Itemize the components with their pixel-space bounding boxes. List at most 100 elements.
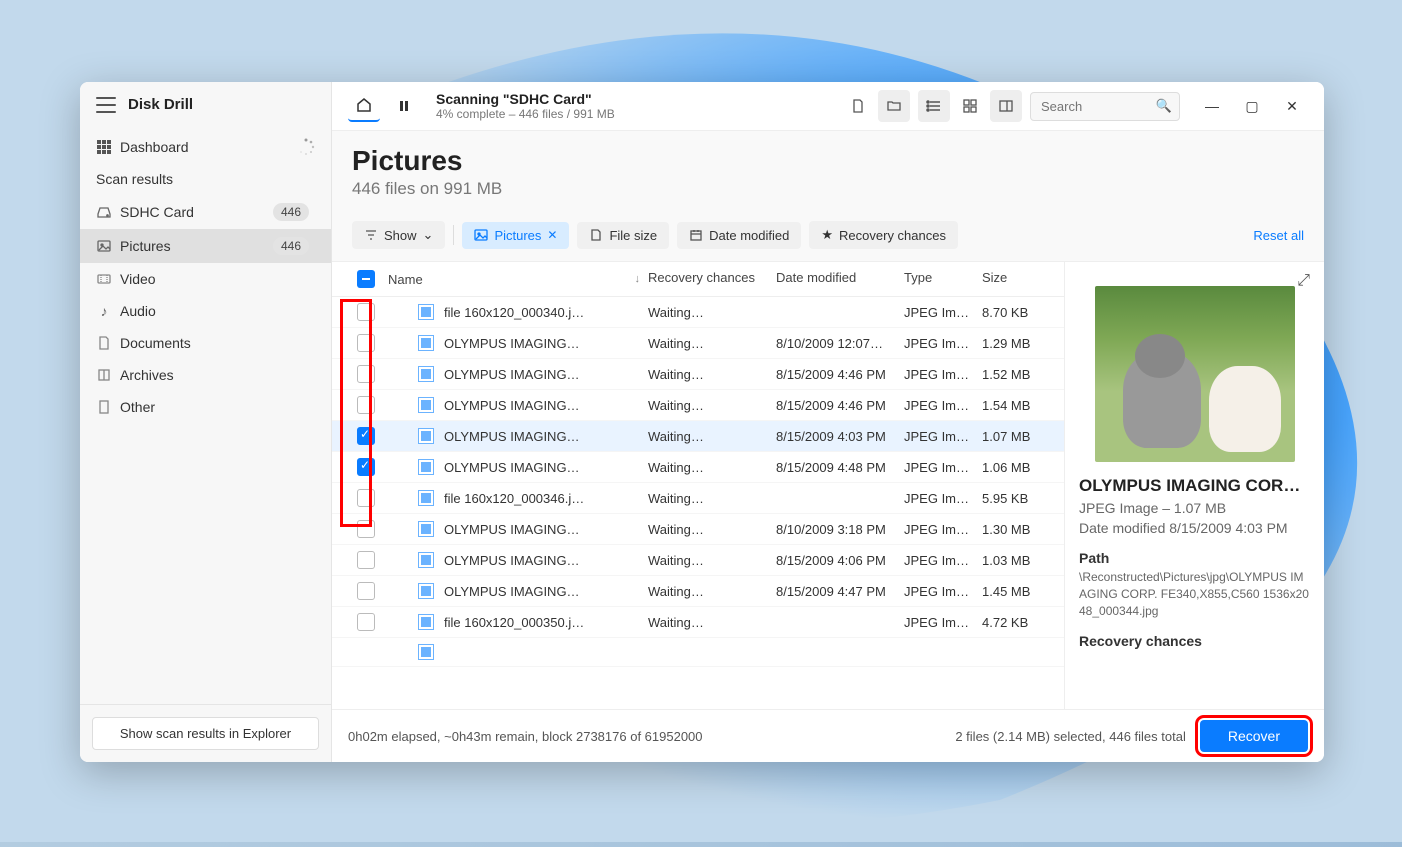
- count-badge: 446: [273, 237, 309, 255]
- cell-date: 8/10/2009 3:18 PM: [776, 522, 904, 537]
- nav-dashboard[interactable]: Dashboard: [80, 131, 331, 163]
- scan-status-title: Scanning "SDHC Card": [436, 91, 834, 107]
- sidebar-item-sdhc[interactable]: SDHC Card 446: [80, 195, 331, 229]
- drive-icon: [96, 204, 112, 220]
- filter-recovery[interactable]: ★ Recovery chances: [809, 221, 958, 249]
- cell-size: 1.03 MB: [982, 553, 1052, 568]
- page-title: Pictures: [352, 145, 1304, 177]
- cell-recovery: Waiting…: [648, 367, 776, 382]
- file-name: OLYMPUS IMAGING…: [444, 584, 580, 599]
- cell-date: 8/15/2009 4:47 PM: [776, 584, 904, 599]
- cell-recovery: Waiting…: [648, 429, 776, 444]
- filter-date[interactable]: Date modified: [677, 222, 801, 249]
- sidebar-item-pictures[interactable]: Pictures 446: [80, 229, 331, 263]
- cell-size: 1.07 MB: [982, 429, 1052, 444]
- table-row[interactable]: OLYMPUS IMAGING… Waiting… 8/15/2009 4:46…: [332, 359, 1064, 390]
- sidebar-item-other[interactable]: Other: [80, 391, 331, 423]
- row-checkbox[interactable]: [357, 303, 375, 321]
- column-date[interactable]: Date modified: [776, 270, 904, 288]
- row-checkbox[interactable]: [357, 582, 375, 600]
- sidebar-item-video[interactable]: Video: [80, 263, 331, 295]
- table-row[interactable]: file 160x120_000350.j… Waiting… JPEG Im……: [332, 607, 1064, 638]
- other-icon: [96, 399, 112, 415]
- filter-pictures[interactable]: Pictures ✕: [462, 222, 569, 249]
- row-checkbox[interactable]: [357, 458, 375, 476]
- cell-size: 1.45 MB: [982, 584, 1052, 599]
- table-row[interactable]: OLYMPUS IMAGING… Waiting… 8/15/2009 4:03…: [332, 421, 1064, 452]
- cell-size: 1.52 MB: [982, 367, 1052, 382]
- select-all-checkbox[interactable]: [357, 270, 375, 288]
- open-external-icon[interactable]: ⤢: [1297, 272, 1310, 290]
- folder-view-button[interactable]: [878, 90, 910, 122]
- cell-date: 8/15/2009 4:46 PM: [776, 398, 904, 413]
- remove-filter-icon[interactable]: ✕: [547, 228, 557, 242]
- sidebar-item-archives[interactable]: Archives: [80, 359, 331, 391]
- star-icon: ★: [821, 227, 833, 243]
- grid-view-button[interactable]: [954, 90, 986, 122]
- file-icon: [418, 459, 434, 475]
- show-in-explorer-button[interactable]: Show scan results in Explorer: [92, 717, 319, 750]
- row-checkbox[interactable]: [357, 365, 375, 383]
- minimize-button[interactable]: —: [1196, 92, 1228, 120]
- row-checkbox[interactable]: [357, 520, 375, 538]
- preview-image: [1095, 286, 1295, 462]
- row-checkbox[interactable]: [357, 334, 375, 352]
- reset-all-link[interactable]: Reset all: [1253, 228, 1304, 243]
- cell-date: 8/15/2009 4:48 PM: [776, 460, 904, 475]
- file-view-button[interactable]: [842, 90, 874, 122]
- table-row[interactable]: file 160x120_000340.j… Waiting… JPEG Im……: [332, 297, 1064, 328]
- table-row[interactable]: OLYMPUS IMAGING… Waiting… 8/15/2009 4:47…: [332, 576, 1064, 607]
- file-name: OLYMPUS IMAGING…: [444, 429, 580, 444]
- file-icon: [418, 335, 434, 351]
- column-recovery[interactable]: Recovery chances: [648, 270, 776, 288]
- row-checkbox[interactable]: [357, 489, 375, 507]
- panel-view-button[interactable]: [990, 90, 1022, 122]
- preview-chances-label: Recovery chances: [1079, 633, 1310, 649]
- cell-recovery: Waiting…: [648, 615, 776, 630]
- row-checkbox[interactable]: [357, 551, 375, 569]
- cell-type: JPEG Im…: [904, 522, 982, 537]
- file-icon: [418, 490, 434, 506]
- cell-size: 1.29 MB: [982, 336, 1052, 351]
- app-window: Disk Drill Dashboard Scan results SDHC C…: [80, 82, 1324, 762]
- cell-recovery: Waiting…: [648, 584, 776, 599]
- file-name: file 160x120_000346.j…: [444, 491, 584, 506]
- column-name[interactable]: Name↓: [388, 270, 648, 288]
- pause-button[interactable]: [388, 90, 420, 122]
- maximize-button[interactable]: ▢: [1236, 92, 1268, 120]
- column-type[interactable]: Type: [904, 270, 982, 288]
- chevron-down-icon: ⌄: [423, 227, 434, 243]
- recover-button[interactable]: Recover: [1200, 720, 1308, 752]
- cell-recovery: Waiting…: [648, 522, 776, 537]
- cell-type: JPEG Im…: [904, 491, 982, 506]
- file-name: OLYMPUS IMAGING…: [444, 398, 580, 413]
- cell-size: 8.70 KB: [982, 305, 1052, 320]
- row-checkbox[interactable]: [357, 613, 375, 631]
- file-icon: [418, 583, 434, 599]
- table-row[interactable]: OLYMPUS IMAGING… Waiting… 8/15/2009 4:06…: [332, 545, 1064, 576]
- table-row[interactable]: OLYMPUS IMAGING… Waiting… 8/15/2009 4:48…: [332, 452, 1064, 483]
- sidebar-item-documents[interactable]: Documents: [80, 327, 331, 359]
- file-name: OLYMPUS IMAGING…: [444, 460, 580, 475]
- table-row[interactable]: OLYMPUS IMAGING… Waiting… 8/10/2009 3:18…: [332, 514, 1064, 545]
- sidebar-item-audio[interactable]: ♪ Audio: [80, 295, 331, 327]
- cell-type: JPEG Im…: [904, 336, 982, 351]
- close-button[interactable]: ✕: [1276, 92, 1308, 120]
- table-row[interactable]: OLYMPUS IMAGING… Waiting… 8/10/2009 12:0…: [332, 328, 1064, 359]
- sidebar-item-label: Audio: [120, 303, 156, 319]
- cell-type: JPEG Im…: [904, 584, 982, 599]
- row-checkbox[interactable]: [357, 427, 375, 445]
- preview-meta-type: JPEG Image – 1.07 MB: [1079, 500, 1310, 516]
- home-button[interactable]: [348, 90, 380, 122]
- table-row[interactable]: OLYMPUS IMAGING… Waiting… 8/15/2009 4:46…: [332, 390, 1064, 421]
- list-view-button[interactable]: [918, 90, 950, 122]
- cell-recovery: Waiting…: [648, 553, 776, 568]
- filter-show[interactable]: Show ⌄: [352, 221, 445, 249]
- cell-type: JPEG Im…: [904, 615, 982, 630]
- table-row[interactable]: file 160x120_000346.j… Waiting… JPEG Im……: [332, 483, 1064, 514]
- filter-filesize[interactable]: File size: [577, 222, 669, 249]
- table-row[interactable]: [332, 638, 1064, 667]
- row-checkbox[interactable]: [357, 396, 375, 414]
- hamburger-icon[interactable]: [96, 97, 116, 113]
- column-size[interactable]: Size: [982, 270, 1052, 288]
